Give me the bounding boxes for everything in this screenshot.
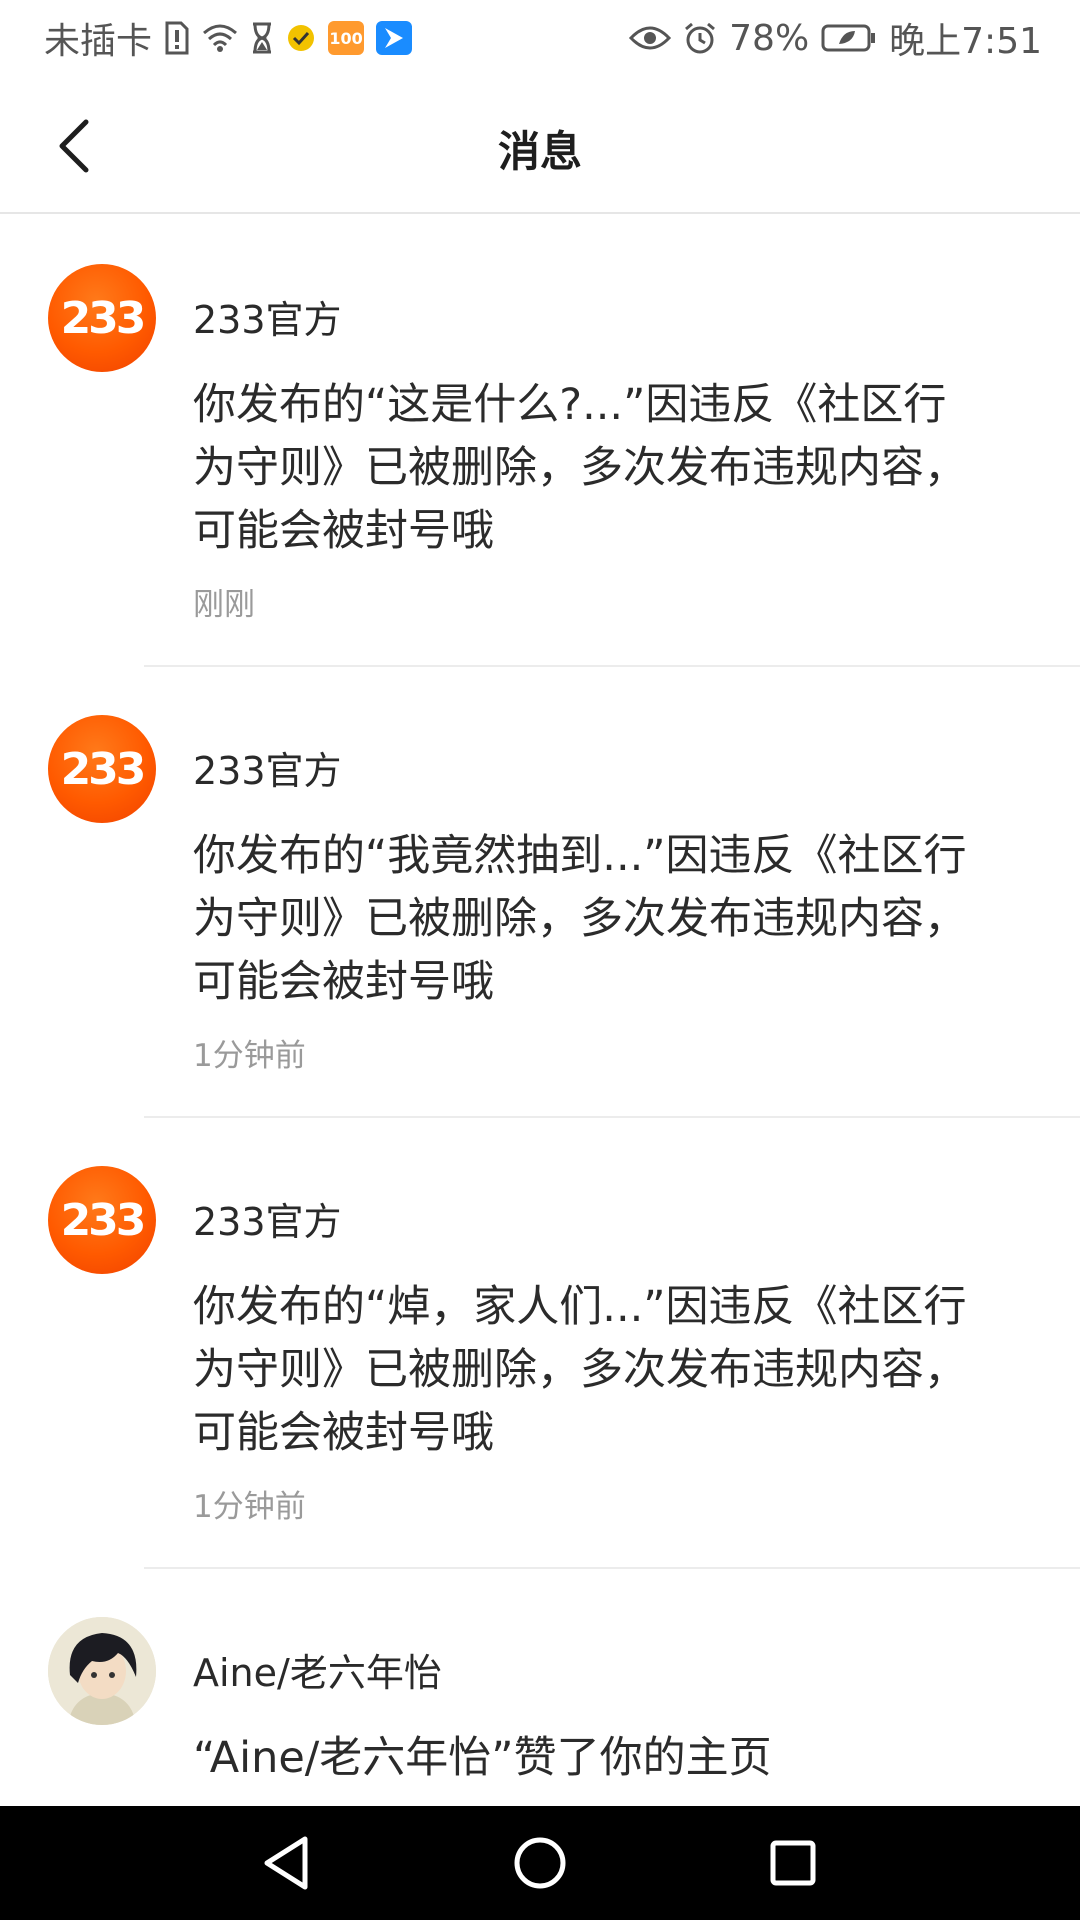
nav-header: 消息 [0,76,1080,214]
hourglass-icon [250,22,274,54]
message-item[interactable]: 233 233官方 你发布的“这是什么?...”因违反《社区行为守则》已被删除，… [0,216,1080,667]
message-content: 你发布的“我竟然抽到...”因违反《社区行为守则》已被删除，多次发布违规内容，可… [193,831,967,1007]
status-right: 78% 晚上7:51 [629,12,1042,64]
message-list[interactable]: 233 233官方 你发布的“这是什么?...”因违反《社区行为守则》已被删除，… [0,216,1080,1790]
message-item[interactable]: 233 233官方 你发布的“我竟然抽到...”因违反《社区行为守则》已被删除，… [0,667,1080,1118]
alarm-icon [683,21,717,55]
message-content: “Aine/老六年怡”赞了你的主页 [193,1733,772,1783]
message-time: 1分钟前 [193,1038,306,1074]
message-content: 你发布的“这是什么?...”因违反《社区行为守则》已被删除，多次发布违规内容，可… [193,380,967,556]
battery-percent: 78% [729,17,810,59]
status-left: 未插卡 100 [44,12,413,64]
official-avatar[interactable]: 233 [48,715,156,823]
battery-icon [821,23,877,53]
page-title: 消息 [497,127,582,176]
sim-alert-icon [164,21,190,55]
avatar-logo-text: 233 [60,743,147,795]
message-item[interactable]: 233 233官方 你发布的“焯，家人们...”因违反《社区行为守则》已被删除，… [0,1118,1080,1569]
clock-time: 晚上7:51 [889,21,1042,62]
nav-home-button[interactable] [500,1823,580,1903]
official-avatar[interactable]: 233 [48,264,156,372]
carrier-text: 未插卡 [44,21,153,62]
wifi-icon [202,23,238,53]
avatar-logo-text: 233 [60,292,147,344]
eye-icon [629,24,672,52]
nav-back-button[interactable] [247,1823,327,1903]
status-bar: 未插卡 100 78% 晚上7:51 [0,0,1080,76]
message-item[interactable]: Aine/老六年怡 “Aine/老六年怡”赞了你的主页 [0,1569,1080,1790]
check-badge-icon [286,23,316,53]
message-time: 刚刚 [193,587,255,623]
user-avatar[interactable] [48,1617,156,1725]
triangle-back-icon [264,1836,308,1890]
app-arrow-icon [376,21,413,55]
sender-name: 233官方 [193,298,342,342]
nav-recents-button[interactable] [753,1823,833,1903]
sender-name: Aine/老六年怡 [193,1651,442,1695]
sender-name: 233官方 [193,1200,342,1244]
avatar-logo-text: 233 [60,1194,147,1246]
sender-name: 233官方 [193,749,342,793]
square-recents-icon [770,1840,816,1886]
official-avatar[interactable]: 233 [48,1166,156,1274]
app-100-icon: 100 [328,21,365,55]
message-time: 1分钟前 [193,1489,306,1525]
system-nav-bar [0,1806,1080,1920]
anime-character-icon [48,1617,156,1725]
message-content: 你发布的“焯，家人们...”因违反《社区行为守则》已被删除，多次发布违规内容，可… [193,1282,967,1458]
circle-home-icon [514,1837,566,1889]
